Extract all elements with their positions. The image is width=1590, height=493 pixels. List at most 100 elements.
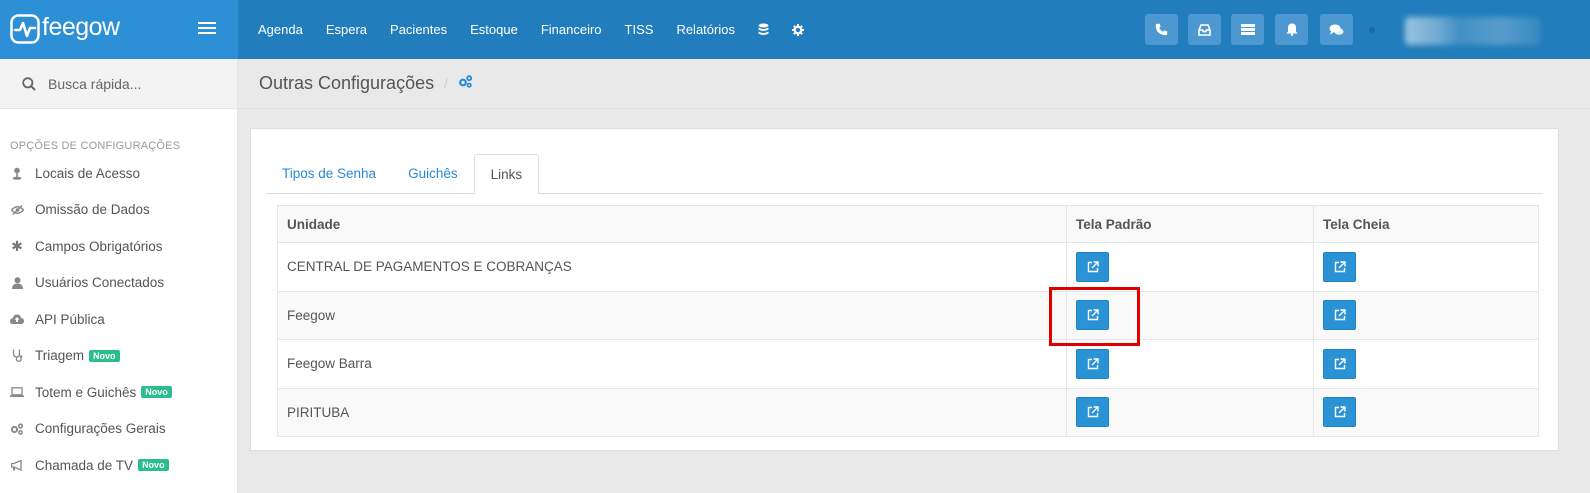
notifications-button[interactable] bbox=[1275, 14, 1308, 45]
column-header-tela-cheia: Tela Cheia bbox=[1313, 205, 1539, 243]
sidebar-item-label: Triagem bbox=[35, 348, 85, 364]
cloud-upload-icon bbox=[10, 312, 24, 326]
links-table: Unidade Tela Padrão Tela Cheia CENTRAL D… bbox=[277, 205, 1539, 437]
nav-item-tiss[interactable]: TISS bbox=[625, 22, 654, 37]
sidebar-item-locais-de-acesso[interactable]: Locais de Acesso bbox=[0, 155, 237, 192]
user-icon bbox=[10, 276, 24, 290]
database-icon[interactable] bbox=[758, 23, 769, 36]
sidebar-item-label: Usuários Conectados bbox=[35, 275, 165, 291]
inbox-icon bbox=[1198, 23, 1211, 36]
search-input[interactable] bbox=[48, 75, 218, 92]
brand-logo-text[interactable]: feegow bbox=[42, 13, 120, 42]
sidebar-item-totem-e-guiches[interactable]: Totem e Guichês Novo bbox=[0, 374, 237, 411]
table-row: Feegow Barra bbox=[277, 339, 1539, 389]
column-header-tela-padrao: Tela Padrão bbox=[1066, 205, 1314, 243]
cogs-icon[interactable] bbox=[458, 74, 473, 93]
laptop-icon bbox=[10, 385, 24, 399]
open-tela-cheia-button[interactable] bbox=[1323, 251, 1356, 282]
open-tela-padrao-button[interactable] bbox=[1076, 300, 1109, 331]
sidebar-item-label: API Pública bbox=[35, 311, 105, 327]
unit-name-cell: Feegow bbox=[277, 290, 1067, 340]
external-link-icon bbox=[1087, 261, 1099, 272]
external-link-icon bbox=[1334, 406, 1346, 418]
chat-button[interactable] bbox=[1320, 14, 1353, 45]
page-title: Outras Configurações bbox=[259, 73, 435, 93]
sidebar-item-usuarios-conectados[interactable]: Usuários Conectados bbox=[0, 265, 237, 302]
list-button[interactable] bbox=[1231, 14, 1264, 45]
sidebar-item-campos-obrigatorios[interactable]: ✱ Campos Obrigatórios bbox=[0, 228, 237, 265]
sidebar-item-label: Configurações Gerais bbox=[35, 421, 166, 437]
tab-bar: Tipos de Senha Guichês Links bbox=[266, 154, 1543, 194]
cogs-icon bbox=[10, 422, 24, 436]
user-menu[interactable] bbox=[1405, 17, 1540, 45]
search-icon bbox=[22, 76, 36, 91]
open-tela-padrao-button[interactable] bbox=[1076, 397, 1109, 428]
main-content: Outras Configurações / Tipos de Senha Gu… bbox=[238, 59, 1590, 493]
sidebar-item-label: Locais de Acesso bbox=[35, 165, 141, 181]
open-tela-cheia-button[interactable] bbox=[1323, 300, 1356, 331]
menu-toggle-icon[interactable] bbox=[198, 22, 216, 36]
phone-icon bbox=[1155, 23, 1168, 36]
links-panel: Tipos de Senha Guichês Links Unidade Tel… bbox=[250, 128, 1559, 451]
sidebar-item-label: Chamada de TV bbox=[35, 457, 134, 473]
tab-tipos-de-senha[interactable]: Tipos de Senha bbox=[266, 153, 392, 193]
sidebar-item-label: Totem e Guichês bbox=[35, 384, 137, 400]
column-header-unidade: Unidade bbox=[277, 205, 1067, 243]
map-pin-icon bbox=[10, 166, 24, 180]
external-link-icon bbox=[1087, 406, 1099, 418]
quick-search bbox=[0, 59, 237, 109]
stethoscope-icon bbox=[10, 349, 24, 363]
open-tela-cheia-button[interactable] bbox=[1323, 397, 1356, 428]
phone-button[interactable] bbox=[1145, 14, 1178, 45]
external-link-icon bbox=[1087, 358, 1099, 369]
table-header-row: Unidade Tela Padrão Tela Cheia bbox=[277, 205, 1539, 243]
open-tela-padrao-button[interactable] bbox=[1076, 251, 1109, 282]
external-link-icon bbox=[1334, 309, 1346, 321]
external-link-icon bbox=[1334, 261, 1346, 272]
sidebar-section-title: OPÇÕES DE CONFIGURAÇÕES bbox=[10, 140, 181, 152]
nav-item-financeiro[interactable]: Financeiro bbox=[541, 22, 602, 37]
unit-name-cell: CENTRAL DE PAGAMENTOS E COBRANÇAS bbox=[277, 242, 1067, 292]
bullhorn-icon bbox=[10, 458, 24, 472]
tab-guiches[interactable]: Guichês bbox=[392, 153, 474, 193]
feegow-logo-icon bbox=[10, 14, 40, 44]
status-dot bbox=[1369, 27, 1375, 33]
tab-links[interactable]: Links bbox=[473, 154, 540, 194]
asterisk-icon: ✱ bbox=[11, 237, 23, 254]
sidebar-item-omissao-de-dados[interactable]: Omissão de Dados bbox=[0, 192, 237, 229]
main-nav: Agenda Espera Pacientes Estoque Financei… bbox=[258, 0, 827, 59]
eye-slash-icon bbox=[10, 203, 24, 217]
sidebar-list: Locais de Acesso Omissão de Dados ✱ Camp… bbox=[0, 155, 237, 484]
nav-item-agenda[interactable]: Agenda bbox=[258, 22, 303, 37]
external-link-icon bbox=[1087, 309, 1099, 321]
unit-name-cell: Feegow Barra bbox=[277, 339, 1067, 389]
sidebar-item-api-publica[interactable]: API Pública bbox=[0, 301, 237, 338]
open-tela-cheia-button[interactable] bbox=[1323, 348, 1356, 379]
page-header: Outras Configurações / bbox=[238, 59, 1590, 109]
new-badge: Novo bbox=[138, 459, 169, 472]
unit-name-cell: PIRITUBA bbox=[277, 387, 1067, 437]
gear-icon[interactable] bbox=[791, 23, 804, 36]
sidebar-item-label: Campos Obrigatórios bbox=[35, 238, 163, 254]
inbox-button[interactable] bbox=[1188, 14, 1221, 45]
brand-area: feegow bbox=[0, 0, 238, 59]
chat-icon bbox=[1329, 24, 1344, 35]
nav-item-relatorios[interactable]: Relatórios bbox=[676, 22, 735, 37]
sidebar-item-configuracoes-gerais[interactable]: Configurações Gerais bbox=[0, 411, 237, 448]
new-badge: Novo bbox=[89, 349, 120, 362]
external-link-icon bbox=[1334, 358, 1346, 369]
table-row: CENTRAL DE PAGAMENTOS E COBRANÇAS bbox=[277, 242, 1539, 292]
nav-item-espera[interactable]: Espera bbox=[326, 22, 367, 37]
sidebar-item-chamada-de-tv[interactable]: Chamada de TV Novo bbox=[0, 447, 237, 484]
top-navbar: feegow Agenda Espera Pacientes Estoque F… bbox=[0, 0, 1590, 59]
sidebar-item-label: Omissão de Dados bbox=[35, 202, 150, 218]
nav-item-pacientes[interactable]: Pacientes bbox=[390, 22, 447, 37]
new-badge: Novo bbox=[141, 386, 172, 399]
open-tela-padrao-button[interactable] bbox=[1076, 348, 1109, 379]
table-row: PIRITUBA bbox=[277, 387, 1539, 437]
bell-icon bbox=[1286, 23, 1297, 36]
list-icon bbox=[1240, 24, 1255, 35]
sidebar-item-triagem[interactable]: Triagem Novo bbox=[0, 338, 237, 375]
sidebar: OPÇÕES DE CONFIGURAÇÕES Locais de Acesso… bbox=[0, 59, 238, 493]
nav-item-estoque[interactable]: Estoque bbox=[470, 22, 518, 37]
